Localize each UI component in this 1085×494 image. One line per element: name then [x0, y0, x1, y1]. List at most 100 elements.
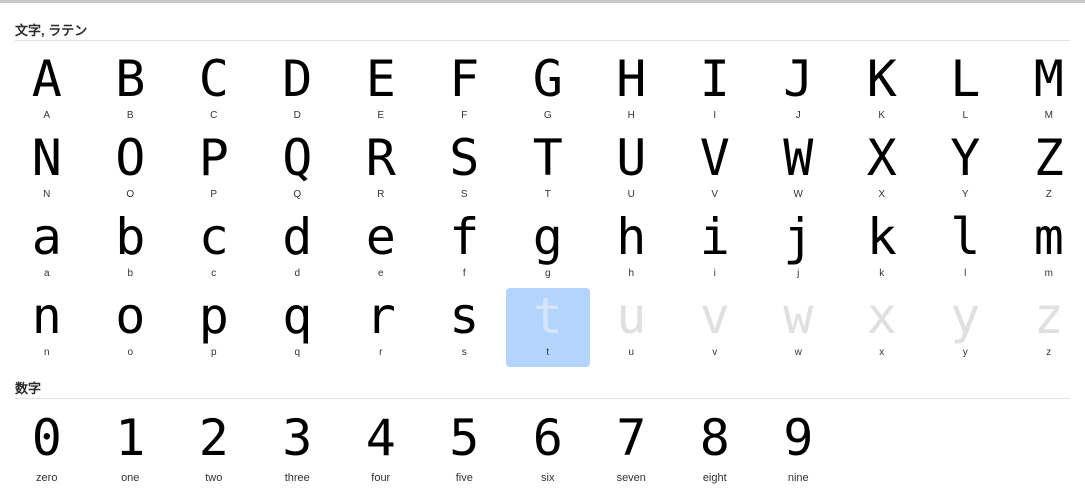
glyph-cell[interactable]: 0 zero	[5, 409, 89, 488]
glyph-cell[interactable]: tt	[506, 288, 590, 367]
glyph-cell[interactable]: 4 four	[339, 409, 423, 488]
glyph-cell[interactable]: mm	[1007, 209, 1085, 288]
glyph-caption: m	[1044, 268, 1053, 279]
glyph-cell[interactable]: QQ	[256, 130, 340, 209]
glyph-preview: 8	[699, 409, 730, 467]
glyph-preview: y	[950, 287, 981, 345]
glyph-cell[interactable]: 5 five	[423, 409, 507, 488]
glyph-cell[interactable]: ff	[423, 209, 507, 288]
glyph-cell[interactable]: II	[673, 51, 757, 130]
glyph-cell[interactable]: UU	[590, 130, 674, 209]
glyph-cell[interactable]: gg	[506, 209, 590, 288]
glyph-cell[interactable]: xx	[840, 288, 924, 367]
glyph-preview: x	[866, 287, 897, 345]
glyph-cell[interactable]: HH	[590, 51, 674, 130]
glyph-caption: B	[126, 110, 134, 121]
glyph-cell[interactable]: EE	[339, 51, 423, 130]
glyph-preview: o	[115, 287, 146, 345]
glyph-caption: s	[461, 347, 467, 358]
glyph-cell[interactable]: 2 two	[172, 409, 256, 488]
glyph-cell[interactable]: oo	[89, 288, 173, 367]
glyph-caption: t	[546, 347, 550, 358]
glyph-cell[interactable]: ss	[423, 288, 507, 367]
glyph-cell[interactable]: 3 three	[256, 409, 340, 488]
section-title-digits: 数字	[15, 381, 42, 396]
glyph-preview: 9	[783, 409, 814, 467]
glyph-cell[interactable]: RR	[339, 130, 423, 209]
glyph-caption: a	[43, 268, 50, 279]
glyph-preview: I	[699, 50, 730, 108]
glyph-caption: f	[462, 268, 466, 279]
glyph-cell[interactable]: JJ	[757, 51, 841, 130]
glyph-preview: d	[282, 208, 313, 266]
glyph-cell[interactable]: ww	[757, 288, 841, 367]
glyph-preview: p	[198, 287, 229, 345]
glyph-cell[interactable]: FF	[423, 51, 507, 130]
glyph-cell[interactable]: MM	[1007, 51, 1085, 130]
glyph-preview: O	[115, 129, 146, 187]
glyph-caption: j	[797, 268, 800, 279]
glyph-cell[interactable]: OO	[89, 130, 173, 209]
glyph-caption: Y	[961, 189, 969, 200]
glyph-cell[interactable]: TT	[506, 130, 590, 209]
glyph-cell[interactable]: VV	[673, 130, 757, 209]
glyph-caption: u	[628, 347, 635, 358]
glyph-preview: u	[616, 287, 647, 345]
glyph-cell[interactable]: 6 six	[506, 409, 590, 488]
glyph-cell[interactable]: CC	[172, 51, 256, 130]
glyph-cell[interactable]: BB	[89, 51, 173, 130]
glyph-caption: y	[962, 347, 968, 358]
glyph-caption: zero	[36, 472, 58, 484]
glyph-caption: H	[627, 110, 635, 121]
glyph-cell[interactable]: bb	[89, 209, 173, 288]
glyph-cell[interactable]: 1 one	[89, 409, 173, 488]
glyph-cell[interactable]: qq	[256, 288, 340, 367]
glyph-cell[interactable]: jj	[757, 209, 841, 288]
glyph-caption: S	[460, 189, 468, 200]
glyph-cell[interactable]: ZZ	[1007, 130, 1085, 209]
glyph-cell[interactable]: AA	[5, 51, 89, 130]
glyph-cell[interactable]: uu	[590, 288, 674, 367]
glyph-caption: V	[711, 189, 719, 200]
glyph-cell[interactable]: ll	[924, 209, 1008, 288]
glyph-cell[interactable]: PP	[172, 130, 256, 209]
glyph-preview: i	[699, 208, 730, 266]
glyph-cell[interactable]: 8 eight	[673, 409, 757, 488]
glyph-cell[interactable]: kk	[840, 209, 924, 288]
section-title-latin: 文字, ラテン	[15, 23, 88, 38]
glyph-preview: n	[31, 287, 62, 345]
glyph-cell[interactable]: ee	[339, 209, 423, 288]
glyph-cell[interactable]: cc	[172, 209, 256, 288]
glyph-cell[interactable]: SS	[423, 130, 507, 209]
glyph-caption: h	[628, 268, 635, 279]
glyph-preview: 4	[365, 409, 396, 467]
glyph-cell[interactable]: LL	[924, 51, 1008, 130]
glyph-preview: 0	[31, 409, 62, 467]
glyph-cell[interactable]: XX	[840, 130, 924, 209]
glyph-cell[interactable]: vv	[673, 288, 757, 367]
glyph-caption: O	[126, 189, 135, 200]
glyph-cell[interactable]: rr	[339, 288, 423, 367]
glyph-cell[interactable]: zz	[1007, 288, 1085, 367]
glyph-cell[interactable]: DD	[256, 51, 340, 130]
glyph-cell[interactable]: YY	[924, 130, 1008, 209]
glyph-caption: four	[371, 472, 391, 484]
glyph-cell[interactable]: 9 nine	[757, 409, 841, 488]
glyph-cell[interactable]: 7 seven	[590, 409, 674, 488]
glyph-cell[interactable]: KK	[840, 51, 924, 130]
glyph-preview: m	[1033, 208, 1064, 266]
glyph-cell[interactable]: nn	[5, 288, 89, 367]
glyph-cell[interactable]: pp	[172, 288, 256, 367]
glyph-caption: nine	[787, 472, 809, 484]
glyph-cell[interactable]: aa	[5, 209, 89, 288]
section-divider-digits	[15, 398, 1070, 399]
glyph-cell[interactable]: GG	[506, 51, 590, 130]
glyph-cell[interactable]: yy	[924, 288, 1008, 367]
glyph-cell[interactable]: NN	[5, 130, 89, 209]
glyph-cell[interactable]: dd	[256, 209, 340, 288]
glyph-caption: r	[379, 347, 383, 358]
glyph-cell[interactable]: WW	[757, 130, 841, 209]
glyph-preview: v	[699, 287, 730, 345]
glyph-cell[interactable]: hh	[590, 209, 674, 288]
glyph-cell[interactable]: ii	[673, 209, 757, 288]
